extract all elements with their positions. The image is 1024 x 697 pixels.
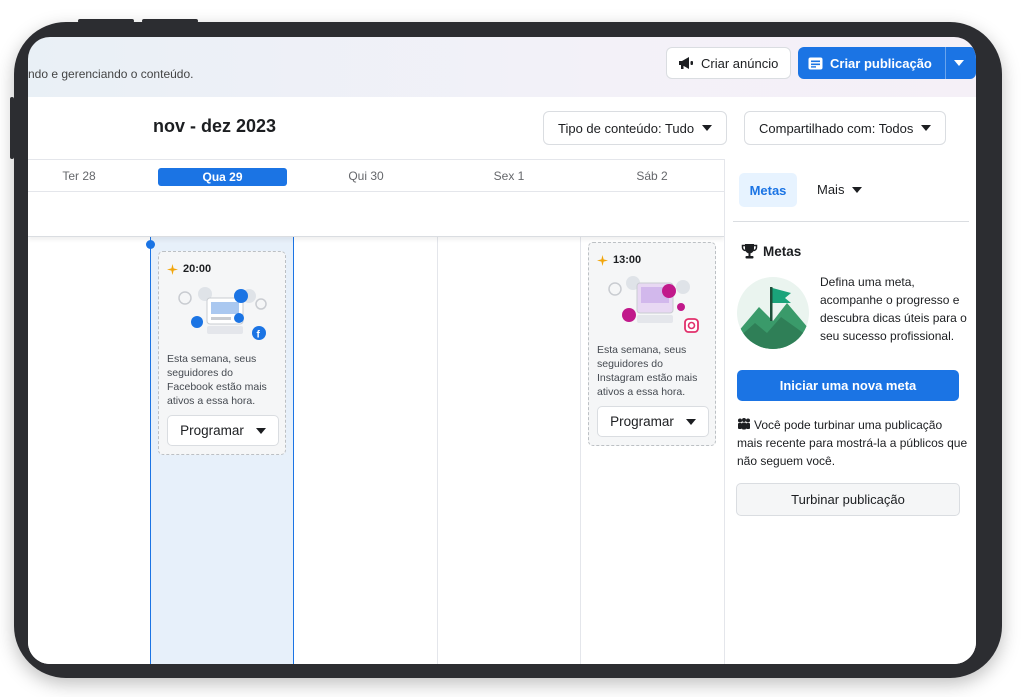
all-day-row (28, 192, 724, 237)
instagram-illustration (608, 276, 699, 333)
suggested-slot-card[interactable]: 20:00 f Esta semana, seus seguidores do … (158, 251, 286, 455)
sidebar-tabs: Metas Mais (733, 159, 969, 222)
suggested-slot-card[interactable]: 13:00 Esta semana, seus seguidores do In… (588, 242, 716, 446)
create-post-label: Criar publicação (830, 55, 932, 71)
boost-text: Você pode turbinar uma publicação mais r… (737, 418, 968, 468)
create-ad-label: Criar anúncio (701, 55, 779, 71)
start-goal-button[interactable]: Iniciar uma nova meta (737, 370, 959, 401)
post-icon (808, 57, 823, 69)
chevron-down-icon (852, 186, 863, 193)
tab-metas[interactable]: Metas (739, 173, 797, 207)
facebook-illustration: f (178, 287, 267, 341)
slot-time-label: 20:00 (183, 263, 212, 275)
date-range-title: nov - dez 2023 (153, 116, 277, 136)
people-icon (738, 418, 750, 430)
column-divider (437, 237, 438, 664)
sparkle-icon (167, 263, 178, 275)
button-divider (945, 47, 946, 79)
chevron-down-icon[interactable] (954, 60, 964, 66)
calendar-grid: Ter 28 Qua 29 Qui 30 Sex 1 Sáb 2 20:00 f… (28, 159, 724, 664)
megaphone-icon (679, 57, 693, 69)
slot-time: 13:00 (597, 254, 641, 266)
create-post-button[interactable]: Criar publicação (798, 47, 976, 79)
schedule-button-label: Programar (610, 414, 674, 429)
schedule-button-label: Programar (180, 423, 244, 438)
slot-time: 20:00 (167, 263, 211, 275)
chevron-down-icon (255, 427, 266, 434)
screen: ndo e gerenciando o conteúdo. Criar anún… (28, 37, 976, 664)
flag-mountain-illustration (737, 277, 809, 349)
schedule-button[interactable]: Programar (167, 415, 279, 446)
chevron-down-icon (921, 125, 932, 131)
right-sidebar: Metas Mais Metas Defina uma meta, acompa… (724, 159, 976, 664)
schedule-button[interactable]: Programar (597, 406, 709, 437)
content-type-filter[interactable]: Tipo de conteúdo: Tudo (543, 111, 728, 145)
column-divider (580, 237, 581, 664)
day-label[interactable]: Qui 30 (301, 169, 431, 183)
boost-post-button[interactable]: Turbinar publicação (736, 483, 960, 516)
trophy-icon (741, 244, 758, 259)
current-time-marker (146, 240, 155, 249)
chevron-down-icon (685, 418, 696, 425)
calendar-panel: nov - dez 2023 Tipo de conteúdo: Tudo Co… (28, 97, 976, 664)
shared-with-filter-label: Compartilhado com: Todos (759, 120, 914, 136)
page-subtitle: ndo e gerenciando o conteúdo. (28, 67, 194, 81)
calendar-header: nov - dez 2023 Tipo de conteúdo: Tudo Co… (28, 97, 976, 159)
device-button (78, 19, 134, 23)
tab-mais-label: Mais (817, 182, 845, 197)
boost-description: Você pode turbinar uma publicação mais r… (737, 416, 969, 470)
device-button (10, 97, 14, 159)
device-button (142, 19, 198, 23)
slot-description: Esta semana, seus seguidores do Facebook… (167, 353, 267, 407)
create-ad-button[interactable]: Criar anúncio (666, 47, 791, 79)
goals-title: Metas (741, 243, 801, 259)
days-header: Ter 28 Qua 29 Qui 30 Sex 1 Sáb 2 (28, 159, 724, 192)
day-label[interactable]: Ter 28 (28, 169, 144, 183)
slot-description: Esta semana, seus seguidores do Instagra… (597, 344, 698, 398)
sparkle-icon (597, 254, 608, 266)
shared-with-filter[interactable]: Compartilhado com: Todos (744, 111, 947, 145)
slot-time-label: 13:00 (613, 254, 642, 266)
chevron-down-icon (702, 125, 713, 131)
top-bar: ndo e gerenciando o conteúdo. Criar anún… (28, 37, 976, 97)
goals-title-label: Metas (763, 243, 802, 259)
content-type-filter-label: Tipo de conteúdo: Tudo (558, 120, 695, 136)
day-label[interactable]: Sex 1 (444, 169, 574, 183)
goals-description: Defina uma meta, acompanhe o progresso e… (820, 275, 967, 343)
day-label-active[interactable]: Qua 29 (158, 168, 287, 186)
day-label[interactable]: Sáb 2 (587, 169, 717, 183)
tab-mais[interactable]: Mais (817, 182, 863, 197)
